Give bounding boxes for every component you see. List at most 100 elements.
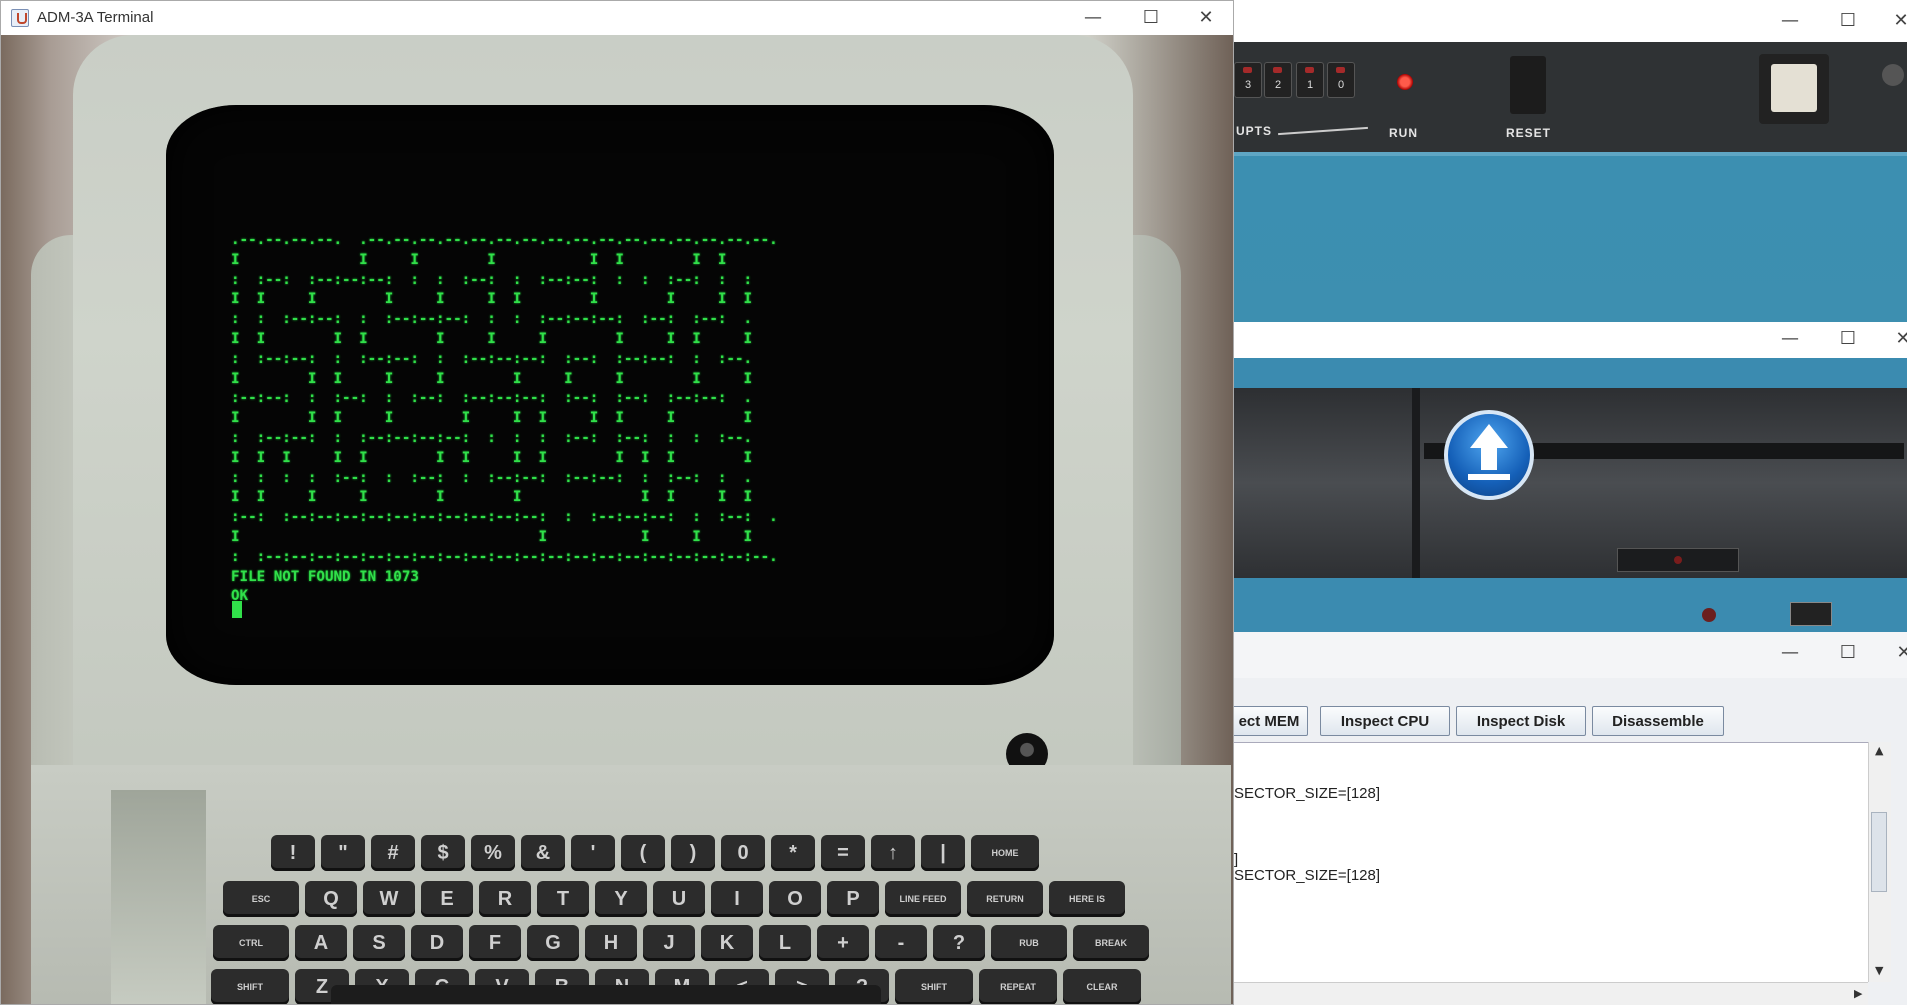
key--[interactable]: $ <box>421 835 465 871</box>
close-button[interactable]: ✕ <box>1872 4 1907 38</box>
eject-icon[interactable] <box>1444 410 1534 500</box>
key-y[interactable]: Y <box>595 881 647 917</box>
minimize-button[interactable]: — <box>1761 322 1819 356</box>
key-line-feed[interactable]: LINE FEED <box>885 881 961 917</box>
scroll-down-icon[interactable]: ▼ <box>1875 964 1883 977</box>
front-title-bar[interactable]: — ☐ ✕ <box>1234 0 1907 42</box>
maximize-button[interactable]: ☐ <box>1122 1 1180 35</box>
key-esc[interactable]: ESC <box>223 881 299 917</box>
maximize-button[interactable]: ☐ <box>1819 636 1877 670</box>
minimize-button[interactable]: — <box>1064 1 1122 35</box>
key-return[interactable]: RETURN <box>967 881 1043 917</box>
key--[interactable]: ( <box>621 835 665 871</box>
vertical-scrollbar[interactable]: ▲ ▼ <box>1868 742 1891 982</box>
disk-drive-window: — ☐ ✕ <box>1234 322 1907 632</box>
terminal-body[interactable]: .--.--.--.--. .--.--.--.--.--.--.--.--.-… <box>1 35 1233 1004</box>
key-d[interactable]: D <box>411 925 463 961</box>
key--[interactable]: * <box>771 835 815 871</box>
drive-activity-led <box>1617 548 1739 572</box>
key-g[interactable]: G <box>527 925 579 961</box>
space-bar[interactable] <box>331 985 881 1004</box>
window-title: ADM-3A Terminal <box>37 9 154 26</box>
key-t[interactable]: T <box>537 881 589 917</box>
key-repeat[interactable]: REPEAT <box>979 969 1057 1004</box>
horizontal-scrollbar[interactable]: ▶ <box>1234 982 1868 1005</box>
key-w[interactable]: W <box>363 881 415 917</box>
key-s[interactable]: S <box>353 925 405 961</box>
scroll-thumb[interactable] <box>1871 812 1887 892</box>
minimize-button[interactable]: — <box>1761 4 1819 38</box>
maximize-button[interactable]: ☐ <box>1819 4 1877 38</box>
power-button[interactable] <box>1759 54 1829 124</box>
maximize-button[interactable]: ☐ <box>1819 322 1877 356</box>
debug-title-bar[interactable]: — ☐ ✕ <box>1234 632 1907 678</box>
key-0[interactable]: 0 <box>721 835 765 871</box>
interrupt-switch-2[interactable]: 2 <box>1264 62 1292 98</box>
interrupt-switch-1[interactable]: 1 <box>1296 62 1324 98</box>
key--[interactable]: ) <box>671 835 715 871</box>
close-button[interactable]: ✕ <box>1874 322 1907 356</box>
key--[interactable]: " <box>321 835 365 871</box>
key--[interactable]: | <box>921 835 965 871</box>
key-q[interactable]: Q <box>305 881 357 917</box>
key--[interactable]: ' <box>571 835 615 871</box>
key--[interactable]: ↑ <box>871 835 915 871</box>
close-button[interactable]: ✕ <box>1177 1 1233 35</box>
key--[interactable]: ? <box>933 925 985 961</box>
key-here-is[interactable]: HERE IS <box>1049 881 1125 917</box>
key-ctrl[interactable]: CTRL <box>213 925 289 961</box>
scroll-up-icon[interactable]: ▲ <box>1875 744 1883 757</box>
key-shift[interactable]: SHIFT <box>895 969 973 1004</box>
key--[interactable]: = <box>821 835 865 871</box>
key--[interactable]: + <box>817 925 869 961</box>
drive-switch[interactable] <box>1790 602 1832 626</box>
key-home[interactable]: HOME <box>971 835 1039 871</box>
disk-body <box>1234 358 1907 632</box>
key-shift[interactable]: SHIFT <box>211 969 289 1004</box>
minimize-button[interactable]: — <box>1761 636 1819 670</box>
output-textarea[interactable]: SECTOR_SIZE=[128] ] SECTOR_SIZE=[128] <box>1234 742 1868 983</box>
front-panel-window: — ☐ ✕ 3 2 1 0 UPTS RUN RESET <box>1234 0 1907 322</box>
interrupt-switch-3[interactable]: 3 <box>1234 62 1262 98</box>
key-u[interactable]: U <box>653 881 705 917</box>
title-bar[interactable]: ADM-3A Terminal — ☐ ✕ <box>1 1 1233 35</box>
inspect-cpu-button[interactable]: Inspect CPU <box>1320 706 1450 736</box>
key-clear[interactable]: CLEAR <box>1063 969 1141 1004</box>
key-f[interactable]: F <box>469 925 521 961</box>
text-cursor <box>232 601 242 618</box>
key-k[interactable]: K <box>701 925 753 961</box>
adm3a-terminal-window: ADM-3A Terminal — ☐ ✕ .--.--.--.--. .--.… <box>0 0 1234 1005</box>
key-rub[interactable]: RUB <box>991 925 1067 961</box>
close-button[interactable]: ✕ <box>1875 636 1907 670</box>
key--[interactable]: & <box>521 835 565 871</box>
key--[interactable]: % <box>471 835 515 871</box>
control-strip: 3 2 1 0 UPTS RUN RESET <box>1234 42 1907 156</box>
key-break[interactable]: BREAK <box>1073 925 1149 961</box>
key-l[interactable]: L <box>759 925 811 961</box>
key-h[interactable]: H <box>585 925 637 961</box>
key-r[interactable]: R <box>479 881 531 917</box>
key-j[interactable]: J <box>643 925 695 961</box>
key-a[interactable]: A <box>295 925 347 961</box>
run-label: RUN <box>1389 126 1418 140</box>
key--[interactable]: # <box>371 835 415 871</box>
key-row-1: ! " # $% & '() 0 * = ↑ | HOME <box>271 835 1039 871</box>
floppy-drive <box>1234 388 1907 578</box>
key-o[interactable]: O <box>769 881 821 917</box>
key-p[interactable]: P <box>827 881 879 917</box>
key-i[interactable]: I <box>711 881 763 917</box>
inspect-mem-button[interactable]: ect MEM <box>1234 706 1308 736</box>
key--[interactable]: ! <box>271 835 315 871</box>
reset-label: RESET <box>1506 126 1552 140</box>
java-app-icon <box>11 9 29 27</box>
inspect-disk-button[interactable]: Inspect Disk <box>1456 706 1586 736</box>
disk-title-bar[interactable]: — ☐ ✕ <box>1234 322 1907 358</box>
reset-button[interactable] <box>1510 56 1546 114</box>
drive-divider <box>1412 388 1420 578</box>
scroll-right-icon[interactable]: ▶ <box>1854 987 1862 1000</box>
debug-window: — ☐ ✕ ect MEM Inspect CPU Inspect Disk D… <box>1234 632 1907 1005</box>
key--[interactable]: - <box>875 925 927 961</box>
key-e[interactable]: E <box>421 881 473 917</box>
disassemble-button[interactable]: Disassemble <box>1592 706 1724 736</box>
interrupt-switch-0[interactable]: 0 <box>1327 62 1355 98</box>
